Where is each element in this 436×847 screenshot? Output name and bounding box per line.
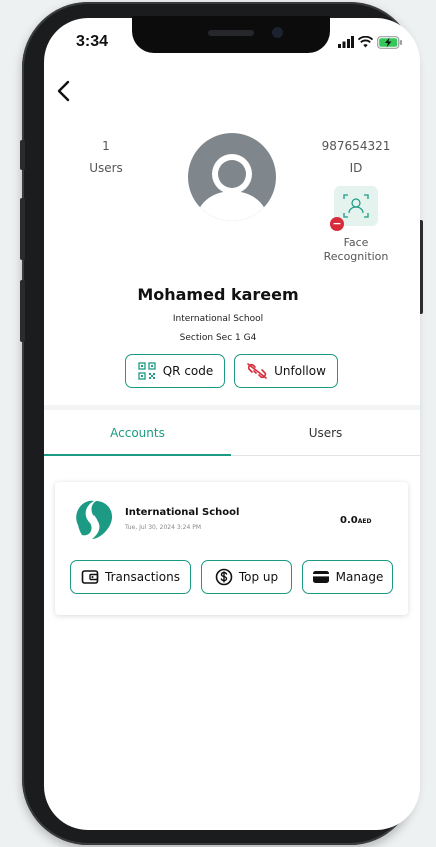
status-time: 3:34 <box>76 33 109 50</box>
users-count: 1 <box>102 139 110 153</box>
profile-section: Section Sec 1 G4 <box>179 333 257 343</box>
account-title: International School <box>125 507 240 518</box>
section-divider <box>44 405 420 410</box>
qr-code-icon <box>138 362 156 380</box>
users-label: Users <box>89 161 123 175</box>
notch <box>132 16 330 53</box>
tab-accounts[interactable]: Accounts <box>44 426 231 440</box>
qr-code-button[interactable]: QR code <box>125 354 225 388</box>
tab-separator <box>231 455 420 456</box>
unfollow-button[interactable]: Unfollow <box>234 354 338 388</box>
id-label: ID <box>349 161 363 175</box>
remove-face-badge[interactable]: − <box>330 217 344 231</box>
card-icon <box>312 571 329 583</box>
top-up-label: Top up <box>238 570 279 584</box>
back-button[interactable] <box>54 78 78 104</box>
transactions-button[interactable]: Transactions <box>70 560 191 594</box>
unfollow-label: Unfollow <box>274 364 326 378</box>
active-tab-indicator <box>44 454 231 456</box>
speaker <box>208 30 254 36</box>
wallet-icon <box>81 570 99 584</box>
user-placeholder-icon <box>196 154 268 221</box>
qr-code-label: QR code <box>162 364 214 378</box>
balance-currency: AED <box>357 518 372 525</box>
signal-icon <box>338 36 354 48</box>
face-label-line1: Face <box>343 236 369 249</box>
account-date: Tue, Jul 30, 2024 3:24 PM <box>125 524 202 531</box>
manage-label: Manage <box>335 570 384 584</box>
id-value: 987654321 <box>321 139 391 153</box>
school-logo-icon <box>76 500 113 539</box>
tab-users[interactable]: Users <box>231 426 420 440</box>
face-label-line2: Recognition <box>323 250 389 263</box>
avatar <box>188 133 276 221</box>
front-camera <box>272 27 283 38</box>
school-logo <box>70 495 118 543</box>
broken-link-icon <box>247 363 267 379</box>
battery-charging-icon <box>377 35 402 49</box>
manage-button[interactable]: Manage <box>302 560 393 594</box>
face-recognition-label: Face Recognition <box>318 236 394 264</box>
dollar-circle-icon <box>215 568 233 586</box>
chevron-left-icon <box>57 80 70 102</box>
profile-school: International School <box>172 314 264 324</box>
transactions-label: Transactions <box>105 570 180 584</box>
users-stat[interactable]: 1 Users <box>76 139 136 175</box>
volume-up-button <box>20 198 25 260</box>
id-stat: 987654321 ID <box>316 139 396 175</box>
balance-amount: 0.0 <box>340 515 358 526</box>
status-icons <box>338 35 403 49</box>
wifi-icon <box>358 36 373 48</box>
top-up-button[interactable]: Top up <box>201 560 292 594</box>
profile-name: Mohamed kareem <box>137 285 299 304</box>
account-balance: 0.0AED <box>340 515 371 526</box>
mute-switch <box>20 140 25 170</box>
